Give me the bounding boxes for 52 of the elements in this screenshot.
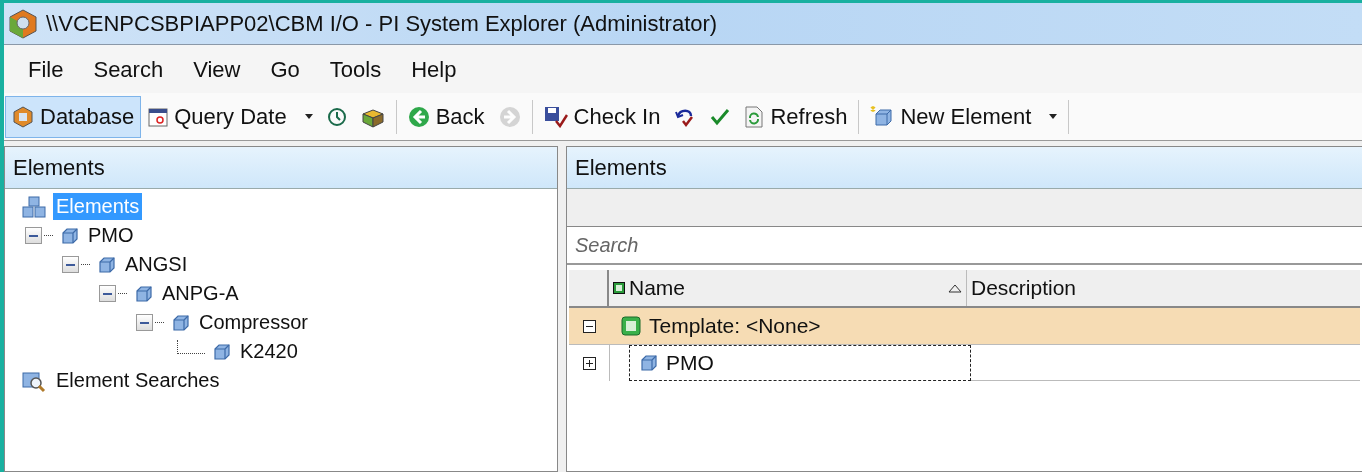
cube-icon [172,313,190,332]
cube-icon [135,284,153,303]
tree-item[interactable]: ANGSI [122,251,191,278]
cube-icon [213,342,231,361]
menu-item[interactable]: Go [260,52,310,86]
name-cell[interactable]: PMO [629,345,971,381]
refresh-icon [744,105,765,128]
cubes-icon [21,194,47,219]
column-header[interactable]: Name [625,270,967,306]
template-icon [621,316,641,336]
tree-item[interactable]: Element Searches [53,367,223,394]
cube-icon [61,226,79,245]
pane-header: Elements [567,147,1362,189]
window-title: \\VCENPCSBPIAPP02\CBM I/O - PI System Explorer (Administrator) [46,10,718,38]
menu-item[interactable]: Search [83,52,174,86]
search-field[interactable]: Search [567,227,1362,265]
collapse-toggle[interactable] [62,256,79,273]
toolbar-button[interactable]: Refresh [737,95,855,138]
save-check-icon [543,105,568,128]
menu-item[interactable]: File [18,52,74,86]
column-header[interactable]: Description [967,270,1360,306]
tree-item[interactable]: Compressor [196,309,311,336]
new-cube-icon [870,105,895,128]
group-label: Template: <None> [649,313,821,340]
collapse-toggle[interactable] [25,227,42,244]
collapse-toggle[interactable] [99,285,116,302]
collapse-toggle[interactable] [136,314,153,331]
template-icon [613,282,625,294]
caret-icon [304,114,313,119]
expand-toggle[interactable] [582,356,596,370]
tree-item[interactable]: K2420 [237,338,301,365]
toolbar-button[interactable]: Back [400,95,492,138]
tree-item[interactable]: ANPG-A [159,280,242,307]
collapse-toggle[interactable] [582,319,596,333]
toolbar-dropdown-button[interactable]: New Element [863,95,1065,138]
group-row[interactable]: Template: <None> [569,308,1360,345]
caret-icon [1049,114,1058,119]
toolbar-button[interactable]: Check In [536,95,668,138]
menu-item[interactable]: View [183,52,251,86]
clock-icon [326,106,347,127]
pane-header: Elements [5,147,557,189]
cube-icon [640,354,658,372]
calendar-icon [148,106,169,127]
menu-item[interactable]: Help [401,52,467,86]
check-icon [710,107,731,126]
toolbar-dropdown-button[interactable]: Query Date [141,95,320,138]
toolbar-button[interactable]: Database [5,95,142,138]
database-icon [12,105,34,128]
app-logo-icon [8,8,38,39]
menu-item[interactable]: Tools [319,52,392,86]
cube-icon [98,255,116,274]
tree-item[interactable]: PMO [85,222,137,249]
